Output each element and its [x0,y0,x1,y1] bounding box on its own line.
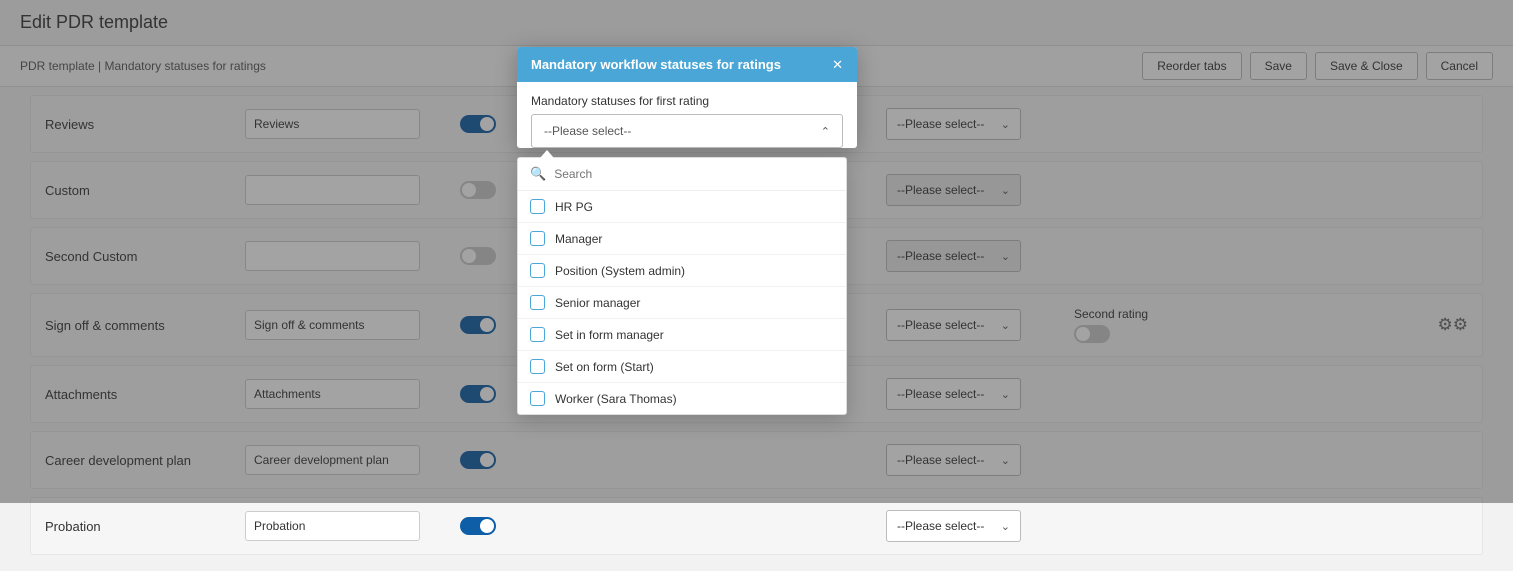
dropdown-option[interactable]: Position (System admin) [518,255,846,287]
search-input[interactable] [554,167,834,181]
search-icon: 🔍 [530,166,546,182]
row-name-input[interactable] [245,511,420,541]
modal-header: Mandatory workflow statuses for ratings … [517,47,857,82]
dropdown-pointer [540,150,554,158]
row-label: Probation [45,519,235,534]
dropdown-search: 🔍 [518,158,846,191]
dropdown: 🔍 HR PG Manager Position (System admin) … [517,157,847,415]
row-toggle[interactable] [460,517,496,535]
modal-field-label: Mandatory statuses for first rating [531,94,843,108]
chevron-down-icon: ⌄ [1001,520,1010,533]
dropdown-option[interactable]: Senior manager [518,287,846,319]
close-icon[interactable]: ✕ [832,58,843,71]
modal-select[interactable]: --Please select-- ⌃ [531,114,843,148]
table-row: Probation --Please select--⌄ [30,497,1483,555]
modal: Mandatory workflow statuses for ratings … [517,47,857,148]
checkbox[interactable] [530,263,545,278]
checkbox[interactable] [530,391,545,406]
dropdown-option[interactable]: Worker (Sara Thomas) [518,383,846,414]
dropdown-option[interactable]: HR PG [518,191,846,223]
checkbox[interactable] [530,199,545,214]
modal-body: Mandatory statuses for first rating --Pl… [517,82,857,148]
row-select[interactable]: --Please select--⌄ [886,510,1021,542]
checkbox[interactable] [530,359,545,374]
checkbox[interactable] [530,295,545,310]
dropdown-option[interactable]: Set in form manager [518,319,846,351]
dropdown-option[interactable]: Manager [518,223,846,255]
checkbox[interactable] [530,231,545,246]
modal-select-value: --Please select-- [544,124,631,138]
modal-title: Mandatory workflow statuses for ratings [531,57,781,72]
dropdown-option[interactable]: Set on form (Start) [518,351,846,383]
checkbox[interactable] [530,327,545,342]
chevron-up-icon: ⌃ [821,125,830,138]
